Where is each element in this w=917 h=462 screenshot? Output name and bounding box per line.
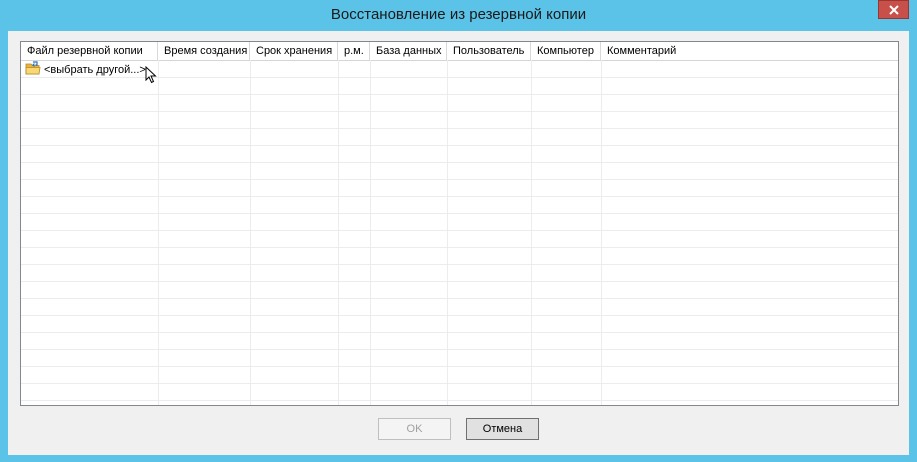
column-header-database[interactable]: База данных	[370, 42, 447, 60]
row-divider	[21, 298, 898, 299]
dialog-window: Восстановление из резервной копии Файл р…	[0, 0, 917, 462]
row-divider	[21, 213, 898, 214]
row-divider	[21, 281, 898, 282]
column-header-file[interactable]: Файл резервной копии	[21, 42, 158, 60]
mouse-cursor-icon	[145, 65, 158, 89]
column-header-user[interactable]: Пользователь	[447, 42, 531, 60]
row-divider	[21, 264, 898, 265]
row-divider	[21, 383, 898, 384]
row-divider	[21, 111, 898, 112]
column-header-created[interactable]: Время создания	[158, 42, 250, 60]
column-header-comment[interactable]: Комментарий	[601, 42, 898, 60]
close-icon	[888, 4, 899, 15]
column-header-computer[interactable]: Компьютер	[531, 42, 601, 60]
row-divider	[21, 179, 898, 180]
row-divider	[21, 230, 898, 231]
row-divider	[21, 162, 898, 163]
backup-table[interactable]: Файл резервной копии Время создания Срок…	[20, 41, 899, 406]
column-divider	[158, 60, 159, 405]
row-divider	[21, 332, 898, 333]
row-divider	[21, 349, 898, 350]
table-body	[21, 60, 898, 405]
column-divider	[250, 60, 251, 405]
row-divider	[21, 94, 898, 95]
column-header-workstation[interactable]: р.м.	[338, 42, 370, 60]
row-divider	[21, 366, 898, 367]
cancel-button[interactable]: Отмена	[466, 418, 539, 440]
column-divider	[531, 60, 532, 405]
row-divider	[21, 128, 898, 129]
column-divider	[338, 60, 339, 405]
close-button[interactable]	[878, 0, 909, 19]
dialog-client-area: Файл резервной копии Время создания Срок…	[8, 31, 909, 455]
row-divider	[21, 315, 898, 316]
title-bar[interactable]: Восстановление из резервной копии	[0, 0, 917, 30]
select-other-file-label: <выбрать другой...>	[44, 64, 146, 76]
column-divider	[601, 60, 602, 405]
column-divider	[370, 60, 371, 405]
row-divider	[21, 400, 898, 401]
window-title: Восстановление из резервной копии	[330, 6, 587, 23]
folder-icon	[25, 61, 41, 79]
row-divider	[21, 145, 898, 146]
table-row[interactable]: <выбрать другой...>	[25, 61, 146, 79]
row-divider	[21, 247, 898, 248]
column-header-retention[interactable]: Срок хранения	[250, 42, 338, 60]
ok-button[interactable]: OK	[378, 418, 451, 440]
column-divider	[447, 60, 448, 405]
row-divider	[21, 196, 898, 197]
table-header: Файл резервной копии Время создания Срок…	[21, 42, 898, 61]
